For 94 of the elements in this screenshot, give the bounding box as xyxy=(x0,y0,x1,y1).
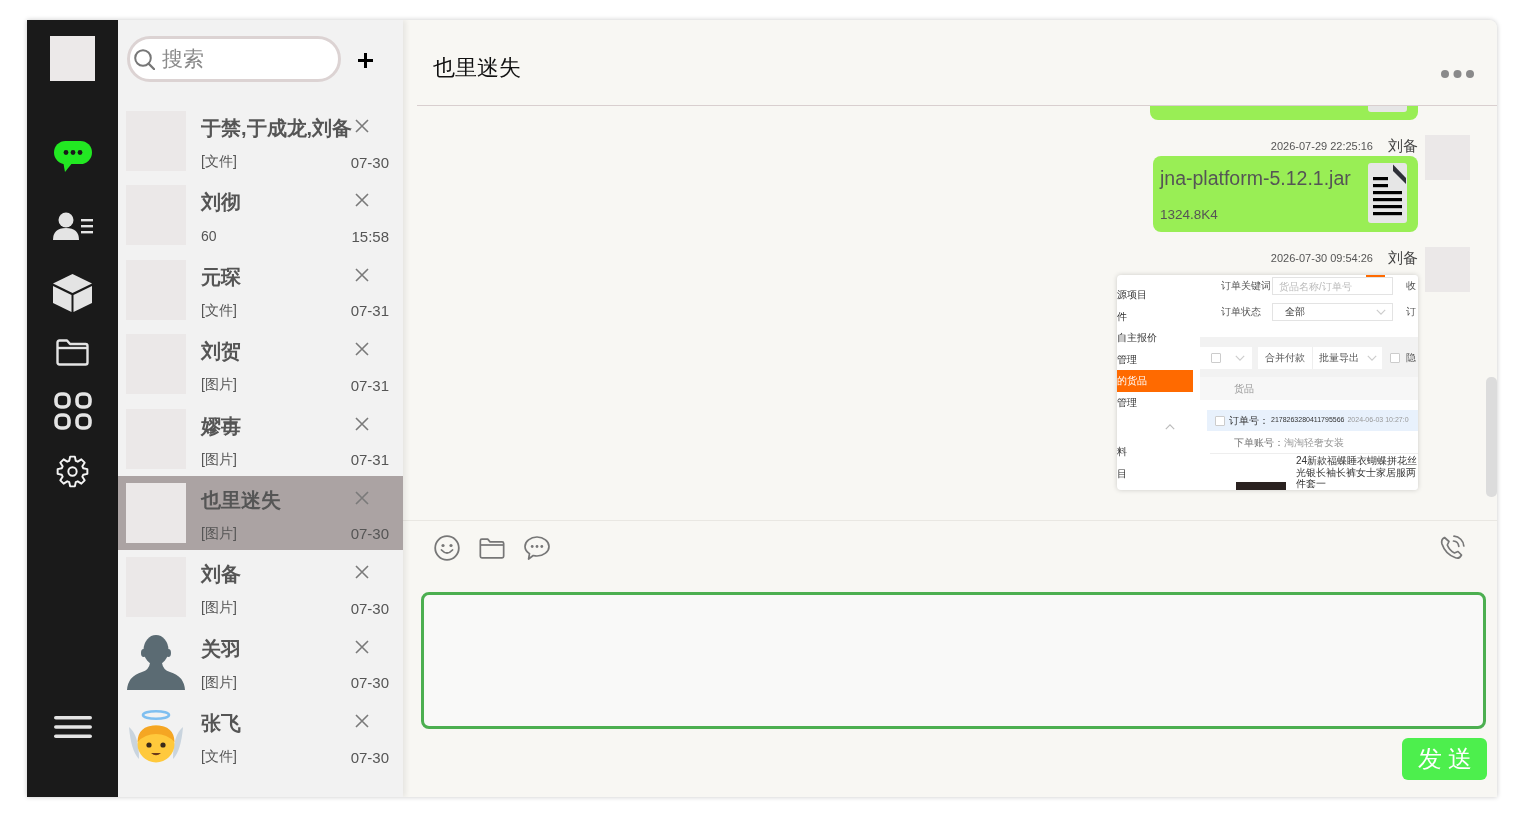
cube-icon[interactable] xyxy=(53,274,92,312)
contacts-icon[interactable] xyxy=(52,212,93,240)
document-icon[interactable] xyxy=(1368,163,1407,223)
close-icon[interactable] xyxy=(355,119,369,133)
contact-item[interactable]: 张飞 [文件] 07-30 xyxy=(118,699,403,774)
message-preview: [图片] xyxy=(201,673,237,692)
message-time: 07-31 xyxy=(350,376,389,394)
contact-name: 于禁,于成龙,刘备 xyxy=(201,116,353,141)
scrollbar-thumb[interactable] xyxy=(1486,377,1497,497)
person-silhouette-icon xyxy=(126,634,186,690)
close-icon[interactable] xyxy=(355,193,369,208)
tile-icon[interactable] xyxy=(1368,106,1407,112)
close-icon[interactable] xyxy=(355,267,369,282)
table-header: 货品 xyxy=(1200,377,1418,400)
contact-name: 张飞 xyxy=(201,711,242,737)
message-preview: 60 xyxy=(201,228,217,245)
message-preview: [图片] xyxy=(201,450,237,469)
phone-icon[interactable] xyxy=(1439,535,1465,561)
contact-item[interactable]: 刘贺 [图片] 07-31 xyxy=(118,327,403,402)
add-icon[interactable] xyxy=(358,53,373,68)
checkbox[interactable] xyxy=(1215,415,1225,426)
menu-item[interactable]: 料 xyxy=(1117,441,1193,463)
grid-icon[interactable] xyxy=(53,392,92,430)
search-field[interactable]: 搜索 xyxy=(127,36,341,82)
product-title: 24新款福蝶睡衣蝴蝶拼花丝光银长袖长裤女士家居服两件套一 xyxy=(1296,455,1418,490)
emoji-icon[interactable] xyxy=(434,535,460,561)
filter-label: 订单状态 xyxy=(1221,306,1262,318)
contact-name: 关羽 xyxy=(201,636,242,662)
chat-bubble-icon[interactable] xyxy=(524,536,550,560)
menu-item[interactable]: 管理 xyxy=(1117,348,1193,370)
search-icon xyxy=(134,49,155,70)
checkbox[interactable] xyxy=(1390,353,1400,363)
close-icon[interactable] xyxy=(355,416,369,431)
message-input-field[interactable] xyxy=(421,592,1486,729)
message-time: 07-30 xyxy=(350,674,389,692)
more-icon[interactable] xyxy=(1441,70,1474,78)
contact-item[interactable]: 刘备 [图片] 07-30 xyxy=(118,550,403,625)
tab-underline xyxy=(1366,275,1385,277)
select-field[interactable]: 全部 xyxy=(1272,303,1393,321)
contact-name: 刘备 xyxy=(201,562,242,588)
message-time: 07-30 xyxy=(350,525,389,543)
message-timestamp: 2026-07-29 22:25:16 xyxy=(1270,140,1373,152)
message-time: 07-30 xyxy=(350,599,389,617)
close-icon[interactable] xyxy=(355,565,369,580)
contact-item[interactable]: 刘彻 60 15:58 xyxy=(118,178,403,253)
message-preview: [文件] xyxy=(201,153,237,171)
message-time: 07-30 xyxy=(350,153,389,171)
contact-name: 刘贺 xyxy=(201,339,242,365)
message-preview: [文件] xyxy=(201,301,237,320)
filter-label: 订单关键词 xyxy=(1221,280,1272,292)
action-button[interactable]: 合并付款 xyxy=(1258,347,1312,369)
close-icon[interactable] xyxy=(355,342,369,357)
message-time: 07-31 xyxy=(350,451,389,469)
contact-item[interactable]: 嫪毐 [图片] 07-31 xyxy=(118,401,403,476)
menu-item[interactable]: 件 xyxy=(1117,305,1193,327)
message-preview: [图片] xyxy=(201,599,237,618)
checkbox[interactable] xyxy=(1211,353,1221,363)
close-icon[interactable] xyxy=(355,714,369,729)
filter-label: 收 xyxy=(1406,280,1416,292)
message-preview: [图片] xyxy=(201,376,237,395)
menu-item[interactable]: 目 xyxy=(1117,462,1193,484)
chat-icon[interactable] xyxy=(53,140,92,172)
message-time: 15:58 xyxy=(351,227,389,245)
photo-placeholder xyxy=(126,482,186,543)
account-label: 下单账号： xyxy=(1234,437,1284,449)
contact-name: 元琛 xyxy=(201,264,242,290)
contact-name: 刘彻 xyxy=(201,190,242,216)
message-time: 07-30 xyxy=(350,748,389,766)
sender-name: 刘备 xyxy=(1388,248,1418,268)
contact-item[interactable]: 关羽 [图片] 07-30 xyxy=(118,624,403,700)
menu-item[interactable]: 自主报价 xyxy=(1117,327,1193,349)
menu-item[interactable]: 源项目 xyxy=(1117,284,1193,306)
message-time: 07-31 xyxy=(350,302,389,320)
contact-name: 也里迷失 xyxy=(201,487,282,513)
account-name: 淘淘轻奢女装 xyxy=(1284,437,1344,449)
message-preview: [图片] xyxy=(201,524,237,543)
message-timestamp: 2026-07-30 09:54:26 xyxy=(1270,252,1373,264)
contact-item[interactable]: 元琛 [文件] 07-31 xyxy=(118,252,403,328)
menu-item[interactable]: 管理 xyxy=(1117,391,1193,413)
file-size: 1324.8K4 xyxy=(1160,206,1218,224)
file-message-bubble[interactable]: jna-platform-5.12.1.jar 1324.8K4 xyxy=(1153,156,1418,232)
contact-item[interactable]: 于禁,于成龙,刘备 [文件] 07-30 xyxy=(118,104,403,179)
file-name: jna-platform-5.12.1.jar xyxy=(1160,166,1351,191)
checkbox-label: 隐 xyxy=(1406,352,1416,364)
dropdown-button[interactable]: 批量导出 xyxy=(1312,347,1382,369)
order-number-label: 订单号： xyxy=(1229,414,1269,427)
sender-name: 刘备 xyxy=(1388,136,1418,156)
close-icon[interactable] xyxy=(355,639,369,654)
chat-title: 也里迷失 xyxy=(433,53,521,82)
filter-label: 订 xyxy=(1406,306,1416,318)
menu-icon[interactable] xyxy=(53,716,92,738)
contact-name: 嫪毐 xyxy=(201,413,242,439)
settings-icon[interactable] xyxy=(56,454,89,488)
message-preview: [文件] xyxy=(201,748,237,767)
